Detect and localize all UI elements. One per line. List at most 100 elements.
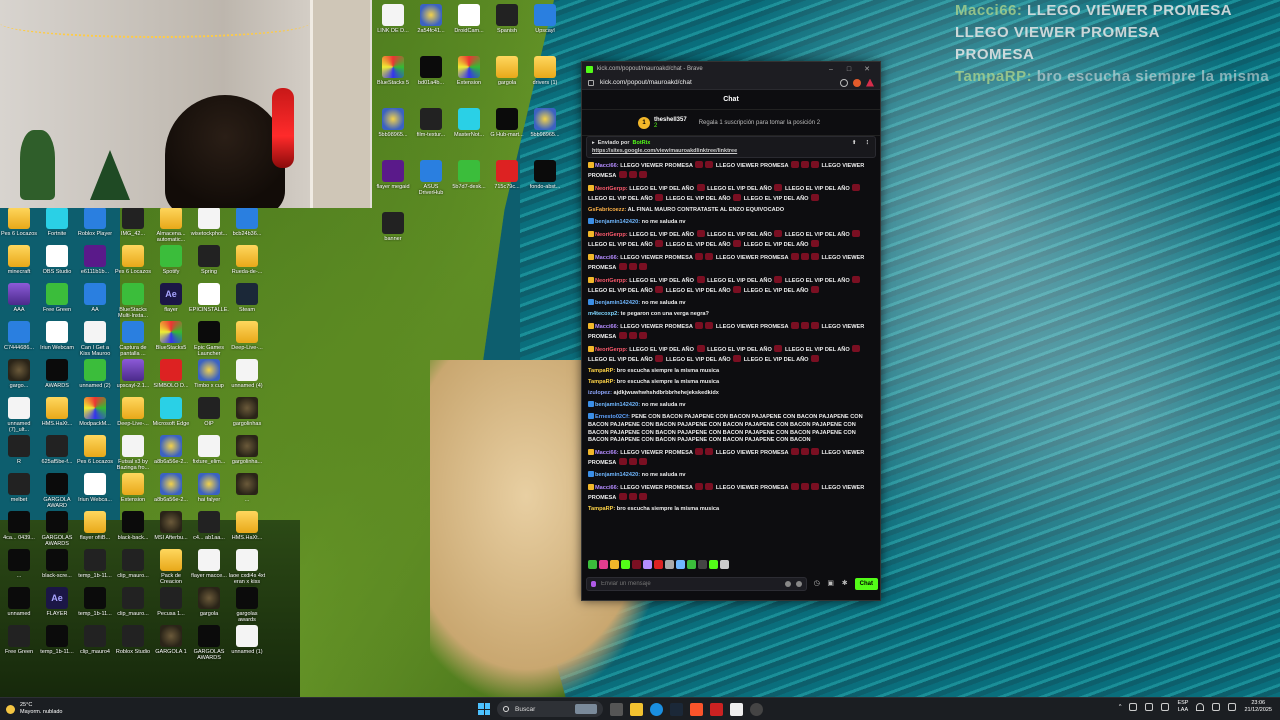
chat-username[interactable]: NeoriGerpp:	[595, 347, 628, 353]
desktop-icon[interactable]: BlueStacks 5	[374, 54, 412, 100]
chat-message[interactable]: Macci66: LLEGO VIEWER PROMESA LLEGO VIEW…	[588, 448, 874, 468]
edge-icon[interactable]	[650, 702, 663, 716]
chat-username[interactable]: NeoriGerpp:	[595, 186, 628, 192]
chat-username[interactable]: m4tecoxp2:	[588, 311, 619, 317]
chat-username[interactable]: Macci66:	[595, 255, 619, 261]
chat-username[interactable]: NeoriGerpp:	[595, 278, 628, 284]
search-icon[interactable]	[840, 78, 848, 87]
chat-message[interactable]: Macci66: LLEGO VIEWER PROMESA LLEGO VIEW…	[588, 321, 874, 342]
chat-message[interactable]: TampaRP: bro escucha siempre la misma mu…	[588, 506, 874, 514]
file-explorer-icon[interactable]	[630, 702, 643, 716]
chat-message[interactable]: NeoriGerpp: LLEGO EL VIP DEL AÑO LLEGO E…	[588, 229, 874, 250]
volume-icon[interactable]	[1161, 703, 1170, 711]
desktop-icon[interactable]: Upscayl	[526, 2, 564, 48]
quick-emote-icon[interactable]	[643, 560, 652, 569]
quick-emote-icon[interactable]	[654, 560, 663, 569]
chat-username[interactable]: Macci66:	[595, 324, 619, 330]
brave-rewards-icon[interactable]	[866, 78, 874, 87]
desktop-icon[interactable]: bd01a4b...	[412, 54, 450, 100]
chat-message[interactable]: benjamin142420: no me saluda nv	[588, 298, 874, 308]
url-text[interactable]: kick.com/popout/mauroakd/chat	[600, 79, 835, 86]
brave-icon[interactable]	[690, 702, 703, 716]
quick-emote-icon[interactable]	[599, 560, 608, 569]
chat-message[interactable]: Ernesto02Cf: PENE CON BACON PAJAPENE CON…	[588, 412, 874, 445]
onedrive-icon[interactable]	[1129, 703, 1138, 711]
desktop-icon[interactable]: Roblox Studio	[114, 623, 152, 669]
chat-username[interactable]: GsFabricoezz:	[588, 207, 626, 213]
address-bar[interactable]: kick.com/popout/mauroakd/chat	[582, 76, 880, 90]
bot-name[interactable]: BotRix	[633, 140, 651, 146]
chat-message[interactable]: NeoriGerpp: LLEGO EL VIP DEL AÑO LLEGO E…	[588, 275, 874, 296]
start-icon[interactable]	[478, 703, 490, 715]
emoji-icon[interactable]	[795, 581, 802, 587]
desktop-icon[interactable]: Extension	[450, 54, 488, 100]
desktop-icon[interactable]: Spanish	[488, 2, 526, 48]
chat-message[interactable]: Macci66: LLEGO VIEWER PROMESA LLEGO VIEW…	[588, 483, 874, 503]
quick-emote-icon[interactable]	[610, 560, 619, 569]
notepad-icon[interactable]	[730, 702, 743, 716]
chat-username[interactable]: benjamin142420:	[595, 219, 640, 225]
chat-username[interactable]: NeoriGerpp:	[595, 232, 628, 238]
desktop-icon[interactable]: ASUS DriverHub	[412, 158, 450, 204]
weather-widget[interactable]: 25°C Mayorm. nublado	[0, 702, 200, 716]
top-gifter-name[interactable]: theshell357	[654, 117, 687, 123]
chat-message[interactable]: benjamin142420: no me saluda nv	[588, 400, 874, 410]
voice-icon[interactable]	[591, 581, 596, 587]
desktop-icon[interactable]: 2a54fc41...	[412, 2, 450, 48]
taskbar-search[interactable]: Buscar	[497, 701, 603, 717]
chat-username[interactable]: TampaRP:	[588, 379, 615, 385]
steam-icon[interactable]	[670, 702, 683, 716]
desktop-icon[interactable]: unnamed (1)	[228, 623, 266, 669]
pin-toggle-icon[interactable]: ⬆	[852, 140, 857, 146]
desktop-icon[interactable]: film-textur...	[412, 106, 450, 152]
desktop-icon[interactable]: drivers (1)	[526, 54, 564, 100]
chat-username[interactable]: Macci66:	[595, 450, 619, 456]
minimize-icon[interactable]: –	[822, 66, 840, 73]
desktop-icon[interactable]: GARGOLA 1	[152, 623, 190, 669]
chat-username[interactable]: Macci66:	[595, 485, 619, 491]
desktop-icon[interactable]: 5b7d7-desk...	[450, 158, 488, 204]
chat-username[interactable]: benjamin142420:	[595, 300, 640, 306]
brave-shield-icon[interactable]	[853, 78, 861, 87]
desktop-icon[interactable]: temp_1b-11...	[38, 623, 76, 669]
chat-username[interactable]: Ernesto02Cf:	[595, 414, 630, 420]
chat-username[interactable]: benjamin142420:	[595, 472, 640, 478]
desktop-icon[interactable]: banner	[374, 210, 412, 256]
desktop-icon[interactable]: flayer megaid	[374, 158, 412, 204]
battery-icon[interactable]	[1228, 703, 1237, 711]
desktop-icon[interactable]: MasterNot...	[450, 106, 488, 152]
chat-message[interactable]: izulopez: ajdkjwuwhwhshdbrbbrhehejeksked…	[588, 390, 874, 398]
timer-icon[interactable]: ◷	[813, 580, 821, 588]
chat-message[interactable]: Macci66: LLEGO VIEWER PROMESA LLEGO VIEW…	[588, 161, 874, 181]
gift-icon[interactable]: ▣	[827, 580, 835, 588]
quick-emote-icon[interactable]	[588, 560, 597, 569]
speaker-icon[interactable]	[1212, 703, 1221, 711]
desktop-icon[interactable]: Free Green	[0, 623, 38, 669]
gift-prompt[interactable]: Regala 1 suscripción para tomar la posic…	[699, 120, 820, 126]
chat-input-box[interactable]	[586, 577, 807, 591]
chat-message[interactable]: m4tecoxp2: te pegaron con una verga negr…	[588, 311, 874, 319]
app-icon[interactable]	[710, 702, 723, 716]
chat-username[interactable]: TampaRP:	[588, 506, 615, 512]
title-bar[interactable]: kick.com/popout/mauroakd/chat - Brave – …	[582, 62, 880, 76]
language-indicator[interactable]: ESP LAA	[1177, 700, 1188, 714]
chat-input[interactable]	[601, 581, 780, 587]
clock[interactable]: 23:06 21/12/2025	[1244, 700, 1272, 714]
chevron-up-icon[interactable]: ^	[1119, 704, 1122, 710]
obs-icon[interactable]	[750, 702, 763, 716]
pinned-link[interactable]: https://sites.google.com/view/mauroakdli…	[592, 148, 870, 154]
chat-message[interactable]: Macci66: LLEGO VIEWER PROMESA LLEGO VIEW…	[588, 252, 874, 273]
chat-message[interactable]: TampaRP: bro escucha siempre la misma mu…	[588, 368, 874, 376]
maximize-icon[interactable]: □	[840, 66, 858, 73]
desktop-icon[interactable]: LINK DE D...	[374, 2, 412, 48]
desktop-icon[interactable]: 715c79c...	[488, 158, 526, 204]
chat-message[interactable]: TampaRP: bro escucha siempre la misma mu…	[588, 379, 874, 387]
chat-message[interactable]: NeoriGerpp: LLEGO EL VIP DEL AÑO LLEGO E…	[588, 183, 874, 204]
desktop-icon[interactable]: fondo-abst...	[526, 158, 564, 204]
desktop-icon[interactable]: DroidCam...	[450, 2, 488, 48]
send-chat-button[interactable]: Chat	[854, 578, 878, 590]
quick-emote-icon[interactable]	[709, 560, 718, 569]
desktop-icon[interactable]: clip_mauro4	[76, 623, 114, 669]
chat-username[interactable]: Macci66:	[595, 163, 619, 169]
quick-emote-icon[interactable]	[632, 560, 641, 569]
